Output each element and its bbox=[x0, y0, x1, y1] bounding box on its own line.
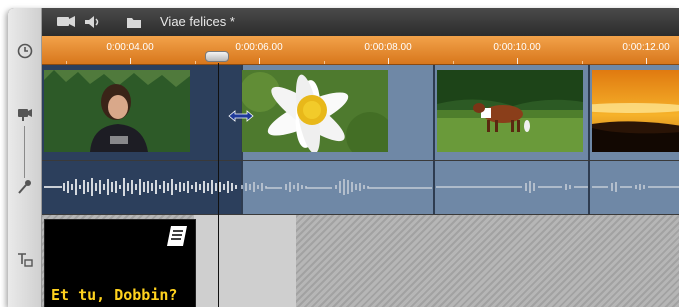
scrubber-handle[interactable] bbox=[205, 51, 229, 62]
ruler-minor-tick bbox=[66, 61, 67, 64]
title-clip[interactable]: Et tu, Dobbin? bbox=[44, 219, 196, 307]
playhead-line[interactable] bbox=[218, 63, 219, 307]
project-title: Viae felices * bbox=[160, 14, 235, 29]
audio-track[interactable] bbox=[42, 161, 679, 214]
ruler-tick bbox=[259, 58, 260, 64]
ruler-minor-tick bbox=[195, 61, 196, 64]
title-document-icon bbox=[165, 224, 189, 253]
ruler-tick bbox=[517, 58, 518, 64]
track-link-line bbox=[24, 126, 25, 178]
ruler-tick bbox=[130, 58, 131, 64]
ruler-tick-label: 0:00:04.00 bbox=[106, 42, 154, 53]
timeline-toolbar: Viae felices * bbox=[42, 8, 679, 36]
track-header-strip bbox=[8, 8, 42, 307]
video-editor-timeline: Viae felices * 0:00:04.00 0:00:06.00 0:0… bbox=[8, 8, 679, 307]
thumbnail-daisy bbox=[242, 70, 388, 152]
audio-waveform bbox=[44, 178, 679, 196]
microphone-icon[interactable] bbox=[16, 178, 34, 196]
ruler-tick-label: 0:00:08.00 bbox=[364, 42, 412, 53]
speaker-icon[interactable] bbox=[84, 15, 102, 29]
ruler-minor-tick bbox=[324, 61, 325, 64]
clip-boundary bbox=[588, 65, 590, 160]
ruler-tick bbox=[646, 58, 647, 64]
timeline-tracks: Et tu, Dobbin? bbox=[42, 63, 679, 307]
ruler-minor-tick bbox=[453, 61, 454, 64]
ruler-minor-tick bbox=[582, 61, 583, 64]
ruler-tick-label: 0:00:10.00 bbox=[493, 42, 541, 53]
title-track-gap bbox=[194, 215, 296, 307]
camera-icon[interactable] bbox=[56, 15, 76, 29]
double-arrow-icon[interactable] bbox=[228, 109, 254, 127]
clip-boundary bbox=[433, 65, 435, 160]
title-clip-text: Et tu, Dobbin? bbox=[51, 286, 178, 304]
thumbnail-sunset bbox=[592, 70, 679, 152]
video-track[interactable] bbox=[42, 65, 679, 160]
title-track[interactable]: Et tu, Dobbin? bbox=[42, 215, 679, 307]
thumbnail-woman bbox=[44, 70, 190, 152]
ruler-tick bbox=[388, 58, 389, 64]
time-ruler[interactable]: 0:00:04.00 0:00:06.00 0:00:08.00 0:00:10… bbox=[42, 36, 679, 65]
ruler-tick-label: 0:00:06.00 bbox=[235, 42, 283, 53]
title-track-icon[interactable] bbox=[16, 251, 34, 269]
clock-icon[interactable] bbox=[16, 42, 34, 60]
folder-icon[interactable] bbox=[126, 15, 142, 29]
camera-track-icon[interactable] bbox=[16, 105, 34, 123]
thumbnail-cow bbox=[437, 70, 583, 152]
ruler-tick-label: 0:00:12.00 bbox=[622, 42, 670, 53]
